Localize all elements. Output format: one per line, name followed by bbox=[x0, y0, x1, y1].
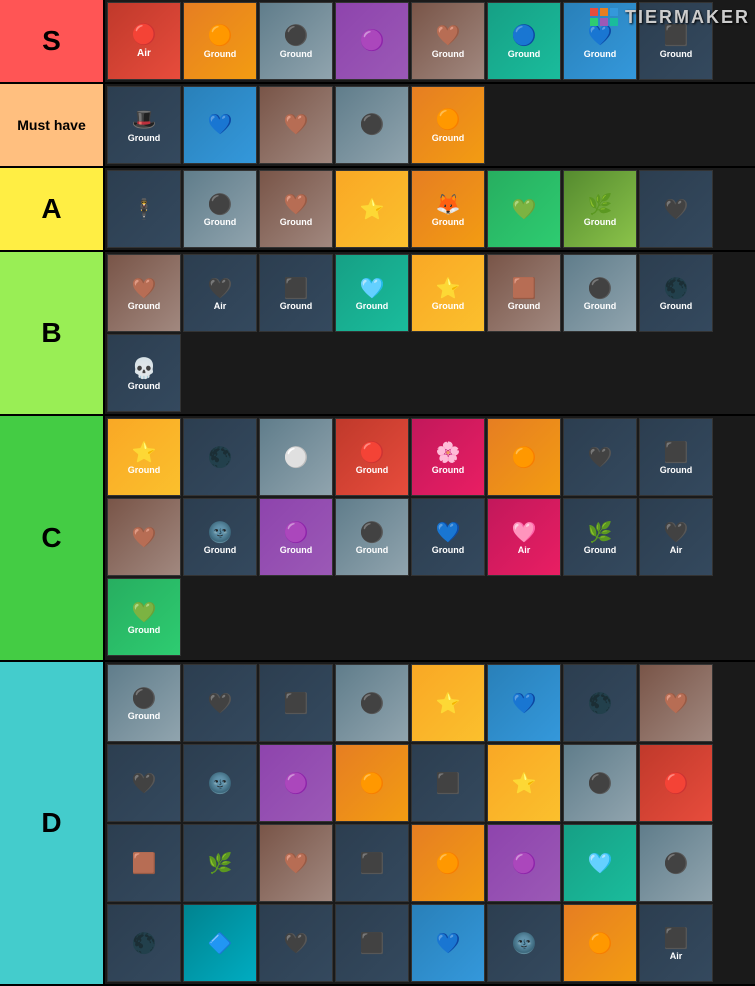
char-card[interactable]: ⬛Ground bbox=[639, 418, 713, 496]
char-card[interactable]: 🔵Ground bbox=[487, 2, 561, 80]
char-card[interactable]: ⚪ bbox=[259, 418, 333, 496]
char-card[interactable]: 🟣Ground bbox=[259, 498, 333, 576]
char-card[interactable]: ⚫ bbox=[335, 86, 409, 164]
char-card[interactable]: 🟠 bbox=[335, 744, 409, 822]
char-card[interactable]: 🟠 bbox=[563, 904, 637, 982]
char-card[interactable]: ⚫ bbox=[563, 744, 637, 822]
char-card[interactable]: 🔴Ground bbox=[335, 418, 409, 496]
char-card[interactable]: 🔴 bbox=[639, 744, 713, 822]
char-card[interactable]: 🩵 bbox=[563, 824, 637, 902]
char-card[interactable]: ⚫Ground bbox=[259, 2, 333, 80]
char-card[interactable]: 💚Ground bbox=[107, 578, 181, 656]
tier-label-s: S bbox=[0, 0, 105, 82]
char-card[interactable]: 💀Ground bbox=[107, 334, 181, 412]
char-card[interactable]: ⚫Ground bbox=[107, 664, 181, 742]
char-card[interactable]: 🖤 bbox=[259, 904, 333, 982]
tier-content-b: 🤎Ground 🖤Air ⬛Ground 🩵Ground ⭐Ground 🟫Gr… bbox=[105, 252, 755, 414]
tier-content-a: 🕴️ ⚫Ground 🤎Ground ⭐ 🦊Ground 💚 🌿Ground 🖤 bbox=[105, 168, 755, 250]
char-card[interactable]: ⚫Ground bbox=[563, 254, 637, 332]
tier-content-must: 🎩Ground 💙 🤎 ⚫ 🟠Ground bbox=[105, 84, 755, 166]
char-card[interactable]: 🖤 bbox=[639, 170, 713, 248]
char-card[interactable]: 🟠Ground bbox=[411, 86, 485, 164]
char-card[interactable]: ⚫Ground bbox=[335, 498, 409, 576]
char-card[interactable]: ⬛ bbox=[335, 904, 409, 982]
char-card[interactable]: ⚫Ground bbox=[183, 170, 257, 248]
char-card[interactable]: 🟣 bbox=[487, 824, 561, 902]
tier-row-must: Must have 🎩Ground 💙 🤎 ⚫ 🟠Ground bbox=[0, 84, 755, 168]
char-card[interactable]: 🔴Air bbox=[107, 2, 181, 80]
tier-list: TIERMAKER S 🔴Air 🟠Ground ⚫Ground 🟣 🤎Grou… bbox=[0, 0, 755, 986]
char-card[interactable]: ⬛ bbox=[259, 664, 333, 742]
tier-row-d: D ⚫Ground 🖤 ⬛ ⚫ ⭐ 💙 🌑 🤎 🖤 🌚 🟣 🟠 ⬛ ⭐ ⚫ 🔴 … bbox=[0, 662, 755, 986]
char-card[interactable]: 🟣 bbox=[259, 744, 333, 822]
tier-label-a: A bbox=[0, 168, 105, 250]
char-card[interactable]: 🌚Ground bbox=[183, 498, 257, 576]
char-card[interactable]: ⭐ bbox=[335, 170, 409, 248]
char-card[interactable]: ⚫ bbox=[335, 664, 409, 742]
char-card[interactable]: 🟠 bbox=[487, 418, 561, 496]
char-card[interactable]: 🩵Ground bbox=[335, 254, 409, 332]
char-card[interactable]: 🌑 bbox=[563, 664, 637, 742]
tier-row-c: C ⭐Ground 🌑 ⚪ 🔴Ground 🌸Ground 🟠 🖤 ⬛Groun… bbox=[0, 416, 755, 662]
char-card[interactable]: ⬛Air bbox=[639, 904, 713, 982]
char-card[interactable]: 🤎 bbox=[259, 824, 333, 902]
logo: TIERMAKER bbox=[587, 5, 750, 29]
char-card[interactable]: 🖤 bbox=[563, 418, 637, 496]
char-card[interactable]: 🔷 bbox=[183, 904, 257, 982]
tier-content-c: ⭐Ground 🌑 ⚪ 🔴Ground 🌸Ground 🟠 🖤 ⬛Ground … bbox=[105, 416, 755, 660]
char-card[interactable]: 🌑 bbox=[183, 418, 257, 496]
char-card[interactable]: ⭐ bbox=[411, 664, 485, 742]
char-card[interactable]: 💙Ground bbox=[411, 498, 485, 576]
tier-label-must: Must have bbox=[0, 84, 105, 166]
char-card[interactable]: ⭐Ground bbox=[107, 418, 181, 496]
char-card[interactable]: ⭐Ground bbox=[411, 254, 485, 332]
char-card[interactable]: 🌚 bbox=[183, 744, 257, 822]
char-card[interactable]: 🟫Ground bbox=[487, 254, 561, 332]
char-card[interactable]: 🕴️ bbox=[107, 170, 181, 248]
char-card[interactable]: 🖤Air bbox=[183, 254, 257, 332]
char-card[interactable]: 🩷Air bbox=[487, 498, 561, 576]
char-card[interactable]: 🌚 bbox=[487, 904, 561, 982]
char-card[interactable]: 🤎 bbox=[259, 86, 333, 164]
char-card[interactable]: 🤎 bbox=[107, 498, 181, 576]
char-card[interactable]: 🎩Ground bbox=[107, 86, 181, 164]
char-card[interactable]: 🤎Ground bbox=[107, 254, 181, 332]
tier-label-d: D bbox=[0, 662, 105, 984]
tier-row-b: B 🤎Ground 🖤Air ⬛Ground 🩵Ground ⭐Ground 🟫… bbox=[0, 252, 755, 416]
char-card[interactable]: 💚 bbox=[487, 170, 561, 248]
char-card[interactable]: ⬛ bbox=[411, 744, 485, 822]
char-card[interactable]: 🤎 bbox=[639, 664, 713, 742]
char-card[interactable]: 🌿Ground bbox=[563, 170, 637, 248]
logo-text: TIERMAKER bbox=[625, 7, 750, 28]
char-card[interactable]: 🟠Ground bbox=[183, 2, 257, 80]
char-card[interactable]: 🤎Ground bbox=[411, 2, 485, 80]
char-card[interactable]: 💙 bbox=[411, 904, 485, 982]
tier-row-a: A 🕴️ ⚫Ground 🤎Ground ⭐ 🦊Ground 💚 🌿Ground… bbox=[0, 168, 755, 252]
char-card[interactable]: ⭐ bbox=[487, 744, 561, 822]
tier-label-b: B bbox=[0, 252, 105, 414]
char-card[interactable]: 🦊Ground bbox=[411, 170, 485, 248]
char-card[interactable]: 🖤Air bbox=[639, 498, 713, 576]
char-card[interactable]: 🌑 bbox=[107, 904, 181, 982]
char-card[interactable]: 🤎Ground bbox=[259, 170, 333, 248]
char-card[interactable]: 🟫 bbox=[107, 824, 181, 902]
char-card[interactable]: ⚫ bbox=[639, 824, 713, 902]
char-card[interactable]: ⬛ bbox=[335, 824, 409, 902]
char-card[interactable]: 💙 bbox=[487, 664, 561, 742]
char-card[interactable]: 🖤 bbox=[107, 744, 181, 822]
char-card[interactable]: 🟣 bbox=[335, 2, 409, 80]
char-card[interactable]: 🌑Ground bbox=[639, 254, 713, 332]
tier-label-c: C bbox=[0, 416, 105, 660]
char-card[interactable]: 🟠 bbox=[411, 824, 485, 902]
char-card[interactable]: 🌸Ground bbox=[411, 418, 485, 496]
char-card[interactable]: 🌿 bbox=[183, 824, 257, 902]
char-card[interactable]: ⬛Ground bbox=[259, 254, 333, 332]
tier-content-d: ⚫Ground 🖤 ⬛ ⚫ ⭐ 💙 🌑 🤎 🖤 🌚 🟣 🟠 ⬛ ⭐ ⚫ 🔴 🟫 … bbox=[105, 662, 755, 984]
char-card[interactable]: 🌿Ground bbox=[563, 498, 637, 576]
char-card[interactable]: 🖤 bbox=[183, 664, 257, 742]
char-card[interactable]: 💙 bbox=[183, 86, 257, 164]
